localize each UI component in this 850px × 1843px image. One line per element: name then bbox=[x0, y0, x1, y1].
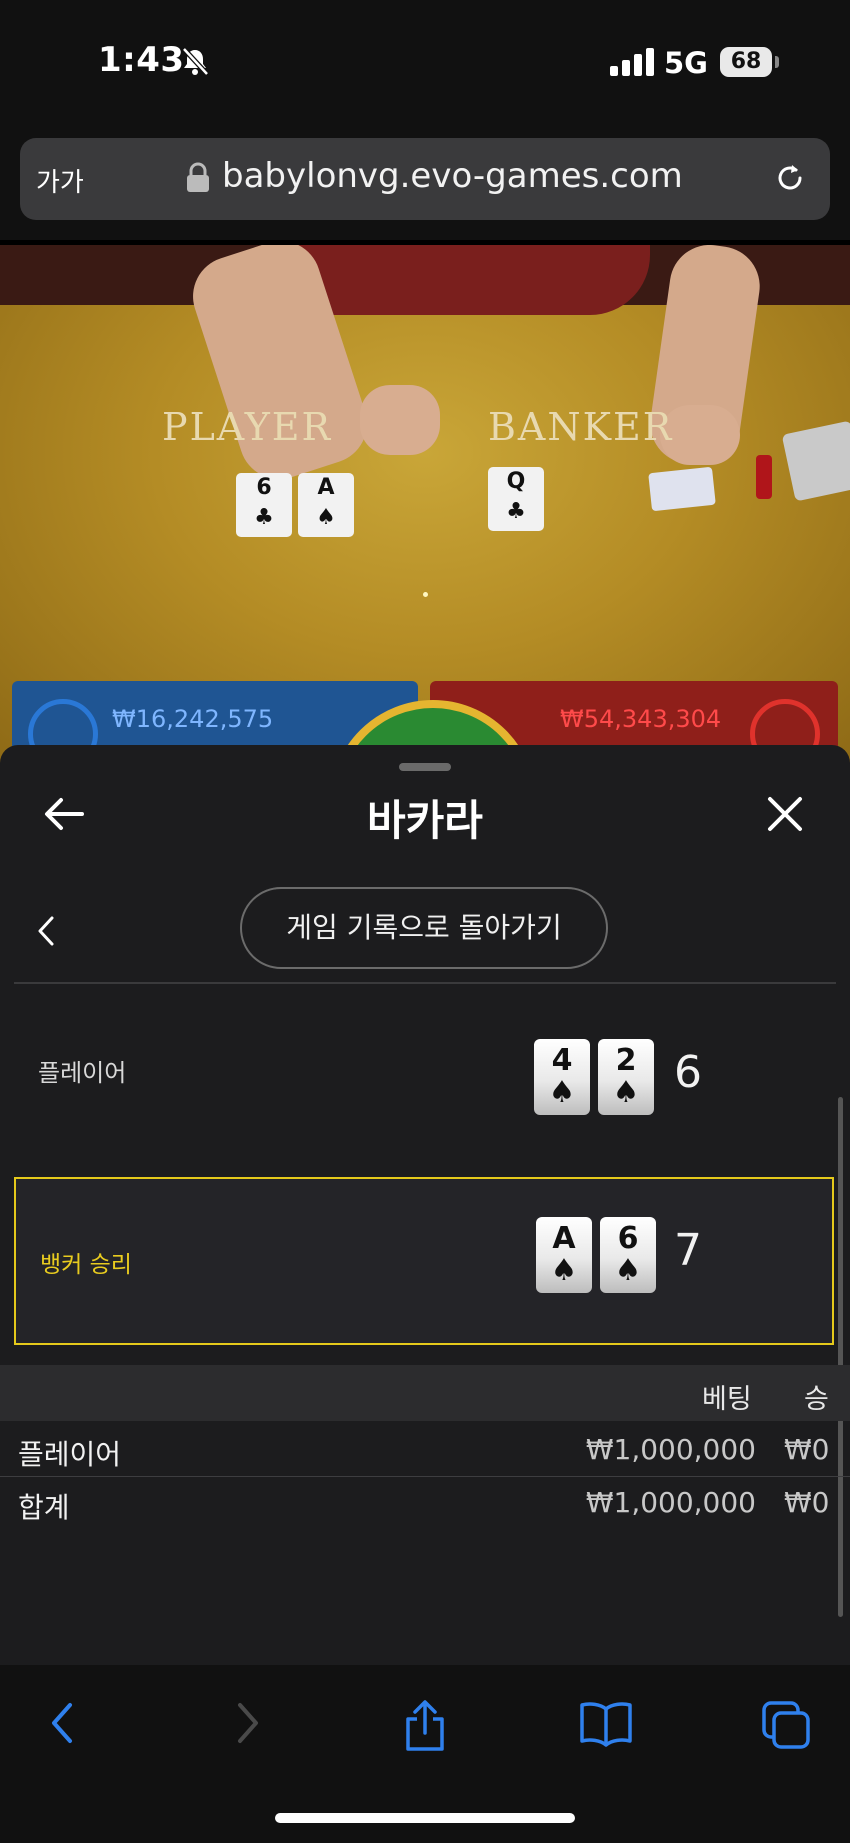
share-icon[interactable] bbox=[402, 1699, 448, 1753]
win-column-header: 승 bbox=[804, 1384, 829, 1415]
browser-toolbar bbox=[0, 1665, 850, 1843]
table-card-player-1: 6 ♣ bbox=[236, 473, 292, 537]
bet-name: 플레이어 bbox=[18, 1438, 122, 1471]
address-bar[interactable]: 가가 babylonvg.evo-games.com bbox=[20, 138, 830, 220]
battery-icon: 68 bbox=[720, 47, 772, 77]
card-rank: 4 bbox=[551, 1043, 573, 1078]
card-suit: ♣ bbox=[506, 499, 526, 524]
sheet-title: 바카라 bbox=[367, 796, 483, 845]
face-down-card bbox=[648, 466, 716, 512]
bet-name: 합계 bbox=[18, 1491, 70, 1524]
result-card: 2 ♠ bbox=[598, 1039, 654, 1115]
player-row-label: 플레이어 bbox=[38, 1059, 127, 1087]
silent-bell-icon bbox=[182, 47, 209, 76]
card-suit: ♠ bbox=[612, 1075, 640, 1110]
win-amount: ₩0 bbox=[784, 1486, 830, 1519]
card-suit: ♠ bbox=[614, 1253, 642, 1288]
bets-table-header: 베팅 승 bbox=[0, 1365, 850, 1421]
browser-chrome: 가가 babylonvg.evo-games.com bbox=[0, 120, 850, 240]
url-text[interactable]: babylonvg.evo-games.com bbox=[222, 156, 683, 196]
table-card-banker-1: Q ♣ bbox=[488, 467, 544, 531]
card-rank: Q bbox=[506, 469, 526, 494]
card-rank: A bbox=[552, 1221, 576, 1256]
result-card: 6 ♠ bbox=[600, 1217, 656, 1293]
history-sheet: 바카라 게임 기록으로 돌아가기 플레이어 4 ♠ 2 ♠ 6 뱅커 승리 A … bbox=[0, 745, 850, 1665]
card-suit: ♠ bbox=[548, 1075, 576, 1110]
card-rank: 2 bbox=[615, 1043, 637, 1078]
banker-result-row: 뱅커 승리 A ♠ 6 ♠ 7 bbox=[14, 1177, 834, 1345]
live-game-video[interactable]: PLAYER BANKER 6 ♣ A ♠ Q ♣ ₩16,242,575 ₩5… bbox=[0, 245, 850, 765]
bookmarks-icon[interactable] bbox=[578, 1699, 634, 1749]
player-table-label: PLAYER bbox=[162, 405, 333, 449]
back-icon[interactable] bbox=[46, 1699, 78, 1747]
table-row: 합계 ₩1,000,000 ₩0 bbox=[0, 1478, 850, 1530]
win-amount: ₩0 bbox=[784, 1433, 830, 1466]
result-card: 4 ♠ bbox=[534, 1039, 590, 1115]
status-bar: 1:43 5G 68 bbox=[0, 0, 850, 120]
banker-total: 7 bbox=[674, 1225, 702, 1276]
card-rank: A bbox=[317, 475, 335, 500]
dealer-hand-left bbox=[360, 385, 440, 455]
back-to-history-button[interactable]: 게임 기록으로 돌아가기 bbox=[240, 887, 608, 969]
battery-tip bbox=[775, 56, 779, 68]
forward-icon[interactable] bbox=[232, 1699, 264, 1747]
banker-table-label: BANKER bbox=[488, 405, 674, 449]
player-total: 6 bbox=[674, 1047, 702, 1098]
player-bet-total: ₩16,242,575 bbox=[112, 705, 274, 733]
text-size-button[interactable]: 가가 bbox=[36, 162, 84, 199]
card-suit: ♣ bbox=[254, 505, 274, 530]
sheet-drag-handle[interactable] bbox=[399, 763, 451, 771]
player-result-row: 플레이어 4 ♠ 2 ♠ 6 bbox=[14, 1003, 836, 1143]
result-card: A ♠ bbox=[536, 1217, 592, 1293]
status-time: 1:43 bbox=[98, 40, 185, 80]
row-divider bbox=[0, 1476, 850, 1477]
table-light bbox=[423, 592, 428, 597]
network-type: 5G bbox=[664, 46, 708, 80]
card-shoe bbox=[781, 420, 850, 502]
card-suit: ♠ bbox=[316, 505, 336, 530]
close-icon[interactable] bbox=[766, 795, 804, 833]
cellular-signal-icon bbox=[610, 48, 654, 76]
scrollbar[interactable] bbox=[838, 1097, 843, 1617]
reload-icon[interactable] bbox=[772, 160, 808, 196]
banker-bet-total: ₩54,343,304 bbox=[560, 705, 722, 733]
bet-amount: ₩1,000,000 bbox=[585, 1433, 756, 1466]
bet-amount: ₩1,000,000 bbox=[585, 1486, 756, 1519]
bet-column-header: 베팅 bbox=[702, 1384, 752, 1415]
chevron-left-icon[interactable] bbox=[36, 915, 56, 947]
card-suit: ♠ bbox=[550, 1253, 578, 1288]
home-indicator bbox=[275, 1813, 575, 1823]
cut-card bbox=[756, 455, 772, 499]
card-rank: 6 bbox=[617, 1221, 639, 1256]
banker-win-label: 뱅커 승리 bbox=[40, 1252, 132, 1278]
card-rank: 6 bbox=[256, 475, 272, 500]
table-row: 플레이어 ₩1,000,000 ₩0 bbox=[0, 1425, 850, 1477]
table-card-player-2: A ♠ bbox=[298, 473, 354, 537]
lock-icon bbox=[187, 162, 209, 192]
divider bbox=[14, 982, 836, 984]
tabs-icon[interactable] bbox=[760, 1699, 812, 1751]
